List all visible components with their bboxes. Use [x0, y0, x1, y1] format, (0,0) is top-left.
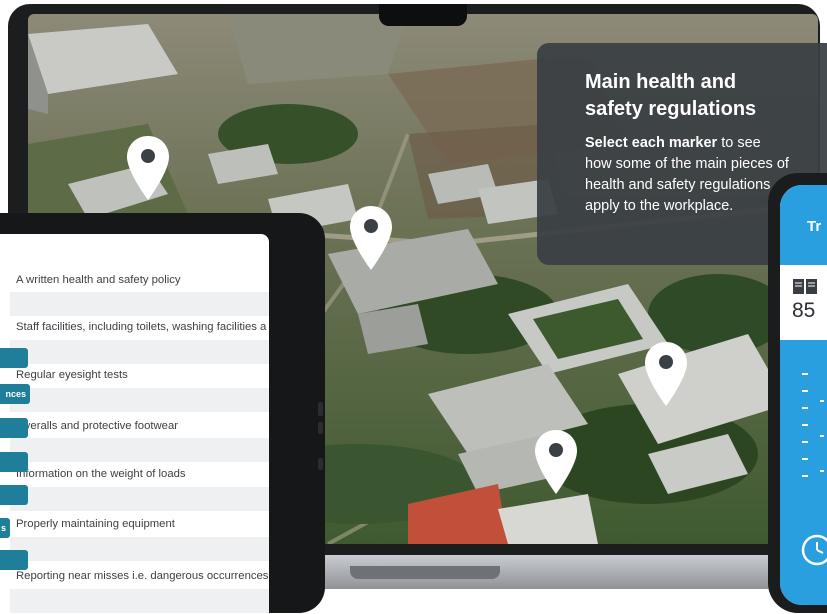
question-text: Properly maintaining equipment — [16, 518, 175, 530]
map-marker-3[interactable] — [645, 342, 687, 406]
phone-frame: Tr 85 — [768, 173, 827, 613]
tablet-side-button — [318, 402, 323, 416]
question-text: A written health and safety policy — [16, 274, 181, 286]
list-bullet — [802, 475, 808, 477]
answer-tag[interactable]: s — [0, 518, 10, 538]
phone-header: Tr — [780, 185, 827, 265]
list-bullet — [802, 424, 808, 426]
laptop-base-groove — [350, 566, 500, 579]
question-text: Staff facilities, including toilets, was… — [16, 321, 267, 333]
answer-tag[interactable] — [0, 485, 28, 505]
question-text: Overalls and protective footwear — [16, 420, 179, 432]
info-panel-title: Main health and safety regulations — [585, 71, 757, 120]
answer-drop-zone[interactable] — [10, 537, 269, 561]
answer-drop-zone[interactable] — [10, 487, 269, 511]
phone-score: 85 — [792, 299, 816, 322]
laptop-camera-notch — [379, 4, 467, 26]
tablet-screen: A written health and safety policy Staff… — [0, 234, 269, 614]
answer-drop-zone[interactable] — [10, 388, 269, 412]
list-bullet — [802, 390, 808, 392]
answer-drop-zone[interactable] — [10, 292, 269, 316]
book-icon — [793, 279, 817, 294]
map-pin-icon — [535, 430, 577, 494]
phone-content-panel — [780, 340, 827, 605]
map-pin-icon — [645, 342, 687, 406]
map-pin-icon — [350, 206, 392, 270]
info-panel-body-bold: Select each marker — [585, 135, 718, 151]
answer-tag[interactable] — [0, 452, 28, 472]
list-text-fragment — [820, 470, 824, 472]
answer-tag[interactable] — [0, 348, 28, 368]
map-marker-4[interactable] — [535, 430, 577, 494]
map-pin-icon — [127, 136, 169, 200]
phone-header-title: Tr — [807, 218, 822, 235]
timer-icon — [801, 534, 827, 566]
phone-screen: Tr 85 — [780, 185, 827, 605]
tablet-side-button — [318, 422, 323, 434]
tablet-side-button — [318, 458, 323, 470]
map-marker-1[interactable] — [127, 136, 169, 200]
question-text: Regular eyesight tests — [16, 369, 128, 381]
answer-tag[interactable] — [0, 550, 28, 570]
list-text-fragment — [820, 400, 824, 402]
map-marker-2[interactable] — [350, 206, 392, 270]
question-text: Information on the weight of loads — [16, 468, 186, 480]
answer-tag[interactable]: nces — [0, 384, 30, 404]
answer-drop-zone[interactable] — [10, 438, 269, 462]
question-text: Reporting near misses i.e. dangerous occ… — [16, 570, 269, 582]
list-bullet — [802, 441, 808, 443]
info-panel-body: Select each marker to see how some of th… — [585, 133, 790, 217]
list-bullet — [802, 458, 808, 460]
list-text-fragment — [820, 435, 824, 437]
answer-tag[interactable] — [0, 418, 28, 438]
answer-drop-zone[interactable] — [10, 589, 269, 613]
tablet-frame: A written health and safety policy Staff… — [0, 213, 325, 614]
list-bullet — [802, 373, 808, 375]
answer-drop-zone[interactable] — [10, 340, 269, 364]
list-bullet — [802, 407, 808, 409]
